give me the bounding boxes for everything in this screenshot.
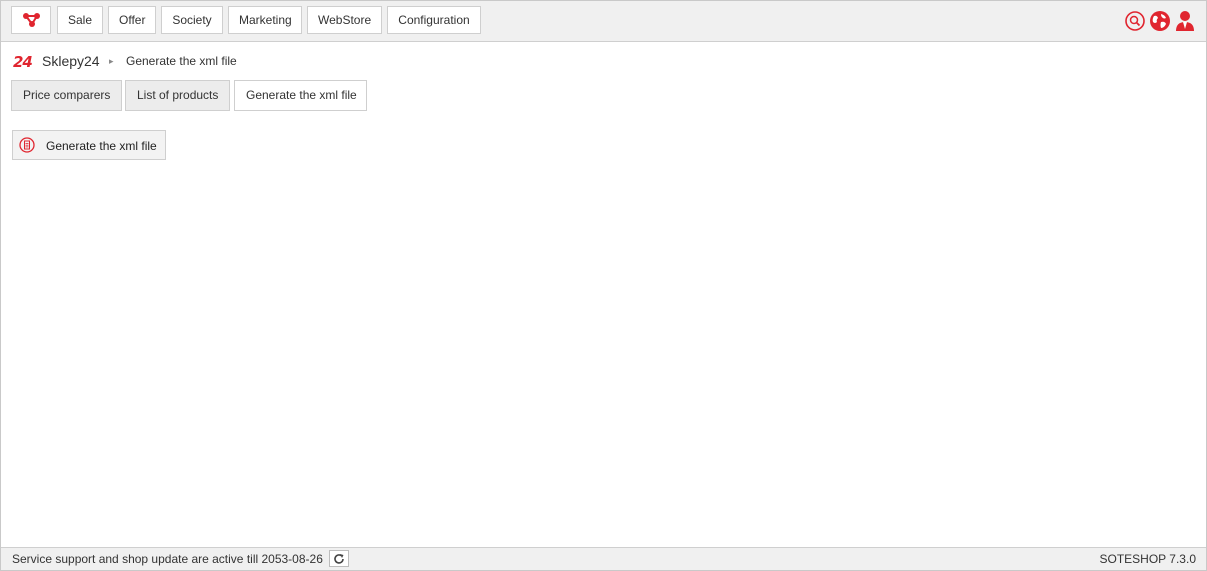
refresh-button[interactable] (329, 550, 349, 567)
top-icons-group (1124, 10, 1196, 32)
nav-offer[interactable]: Offer (108, 6, 156, 34)
status-footer: Service support and shop update are acti… (1, 547, 1206, 570)
soteshop-logo-icon (23, 13, 40, 27)
globe-icon[interactable] (1149, 10, 1171, 32)
breadcrumb-separator-icon: ▸ (109, 56, 114, 66)
tab-generate-xml-file[interactable]: Generate the xml file (234, 80, 367, 111)
generate-xml-button-label: Generate the xml file (46, 139, 157, 153)
nav-marketing[interactable]: Marketing (228, 6, 302, 34)
refresh-icon (334, 554, 344, 564)
home-logo-button[interactable] (11, 6, 51, 34)
top-navigation-bar: Sale Offer Society Marketing WebStore Co… (1, 1, 1206, 42)
app-window: Sale Offer Society Marketing WebStore Co… (0, 0, 1207, 571)
breadcrumb-current: Generate the xml file (126, 54, 237, 68)
nav-webstore[interactable]: WebStore (307, 6, 382, 34)
version-label: SOTESHOP 7.3.0 (1099, 552, 1197, 566)
generate-xml-button[interactable]: Generate the xml file (12, 130, 166, 160)
sklepy24-logo: 24 (13, 53, 33, 71)
support-status-text: Service support and shop update are acti… (12, 552, 323, 566)
tab-price-comparers[interactable]: Price comparers (11, 80, 122, 111)
tab-list-of-products[interactable]: List of products (125, 80, 230, 111)
nav-sale[interactable]: Sale (57, 6, 103, 34)
breadcrumb-shop[interactable]: Sklepy24 (42, 53, 100, 69)
nav-configuration[interactable]: Configuration (387, 6, 481, 34)
nav-society[interactable]: Society (161, 6, 223, 34)
search-icon[interactable] (1124, 10, 1146, 32)
document-icon (19, 137, 35, 156)
user-icon[interactable] (1174, 10, 1196, 32)
